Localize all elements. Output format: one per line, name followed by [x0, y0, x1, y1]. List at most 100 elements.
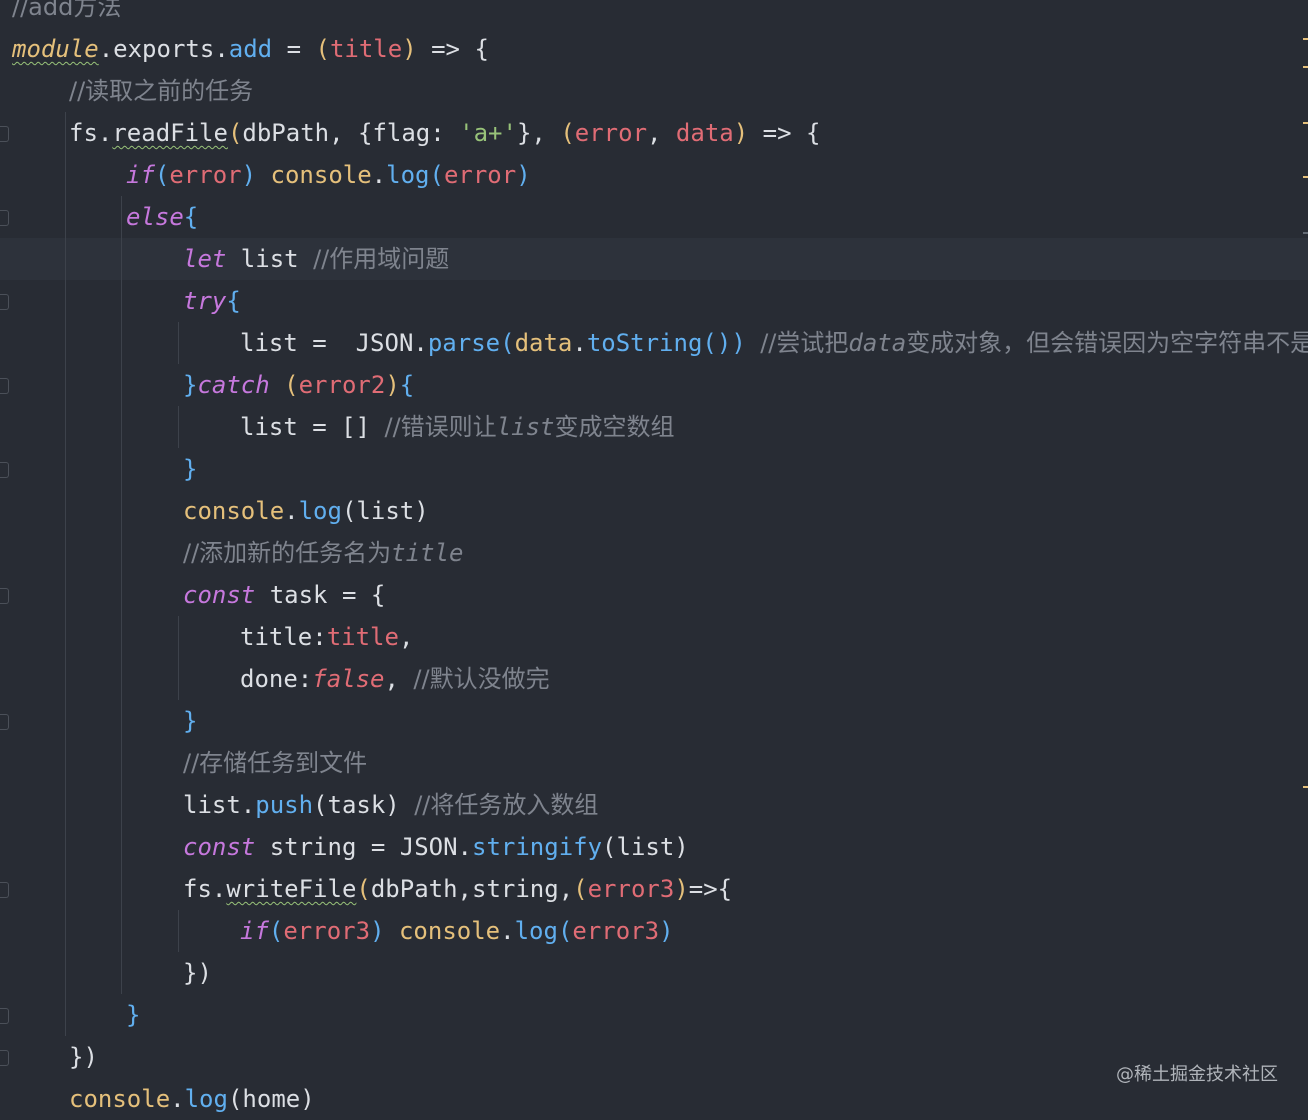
code-token: 变成空数组	[554, 413, 675, 441]
code-token: push	[255, 791, 314, 819]
fold-marker-icon[interactable]	[0, 462, 9, 478]
code-token: (	[313, 791, 328, 819]
code-line[interactable]: else{	[0, 196, 1308, 238]
code-line[interactable]: module.exports.add = (title) => {	[0, 28, 1308, 70]
fold-marker-icon[interactable]	[0, 126, 9, 142]
code-line[interactable]: }	[0, 448, 1308, 490]
code-token: (	[573, 875, 588, 903]
code-line[interactable]: list.push(task) //将任务放入数组	[0, 784, 1308, 826]
code-editor[interactable]: //add方法 module.exports.add = (title) => {…	[0, 0, 1308, 1116]
code-token: (	[341, 497, 357, 525]
code-line-content: //添加新的任务名为title	[0, 539, 463, 567]
code-line[interactable]: let list //作用域问题	[0, 238, 1308, 280]
code-line-content: }	[0, 455, 197, 483]
code-token: catch	[197, 371, 270, 399]
fold-marker-icon[interactable]	[0, 588, 9, 604]
code-token: log	[514, 917, 558, 945]
code-token: .	[211, 875, 227, 903]
code-line-content: else{	[0, 203, 198, 231]
code-line[interactable]: })	[0, 952, 1308, 994]
code-token: )	[385, 371, 400, 399]
code-token: error	[574, 119, 648, 147]
code-line[interactable]: console.log(home)	[0, 1078, 1308, 1120]
code-token: ,	[384, 665, 414, 693]
code-token: done:	[240, 665, 313, 693]
indent-guide	[178, 910, 179, 952]
code-line-content: }	[0, 707, 197, 735]
code-token: dbPath,string,	[370, 875, 574, 903]
code-token: .	[572, 329, 587, 357]
code-token: stringify	[472, 833, 603, 861]
code-token: )	[414, 497, 429, 525]
code-token: (	[557, 917, 573, 945]
fold-marker-icon[interactable]	[0, 210, 9, 226]
code-line[interactable]: list = [] //错误则让list变成空数组	[0, 406, 1308, 448]
code-line[interactable]: //add方法	[0, 0, 1308, 28]
code-line[interactable]: }catch (error2){	[0, 364, 1308, 406]
code-token: false	[312, 665, 385, 693]
code-line-content: //读取之前的任务	[0, 77, 253, 105]
fold-marker-icon[interactable]	[0, 294, 9, 310]
code-token: toString	[586, 329, 703, 357]
scrollbar-marker	[1303, 122, 1308, 124]
code-token: .	[500, 917, 515, 945]
code-line[interactable]: done:false, //默认没做完	[0, 658, 1308, 700]
code-token: console	[398, 917, 501, 945]
code-line[interactable]: }	[0, 994, 1308, 1036]
code-token: if	[240, 917, 269, 945]
code-line[interactable]: }	[0, 700, 1308, 742]
code-token: .	[284, 497, 299, 525]
code-line[interactable]: //存储任务到文件	[0, 742, 1308, 784]
code-line[interactable]: const string = JSON.stringify(list)	[0, 826, 1308, 868]
code-token: JSON	[341, 329, 414, 357]
fold-marker-icon[interactable]	[0, 378, 9, 394]
code-token: ,	[398, 623, 414, 651]
code-line-content: if(error3) console.log(error3)	[0, 917, 674, 945]
code-line[interactable]: list = JSON.parse(data.toString()) //尝试把…	[0, 322, 1308, 364]
code-line[interactable]: //添加新的任务名为title	[0, 532, 1308, 574]
code-token: error3	[587, 875, 675, 903]
code-token: console	[270, 161, 372, 189]
code-line[interactable]: if(error) console.log(error)	[0, 154, 1308, 196]
code-token: parse	[427, 329, 501, 357]
fold-marker-icon[interactable]	[0, 1050, 9, 1066]
code-token: list = []	[240, 413, 385, 441]
fold-marker-icon[interactable]	[0, 1008, 9, 1024]
fold-marker-icon[interactable]	[0, 882, 9, 898]
code-token: .	[413, 329, 428, 357]
code-line[interactable]: if(error3) console.log(error3)	[0, 910, 1308, 952]
code-line-content: const string = JSON.stringify(list)	[0, 833, 689, 861]
code-token: 'a+'	[459, 119, 517, 147]
code-line-content: //存储任务到文件	[0, 749, 367, 777]
code-token: //存储任务到文件	[183, 749, 368, 777]
code-token: title	[391, 539, 464, 567]
code-token: (	[284, 371, 299, 399]
code-line-content: }	[0, 1001, 140, 1029]
code-line-content: fs.readFile(dbPath, {flag: 'a+'}, (error…	[0, 119, 820, 147]
code-token: error2	[298, 371, 386, 399]
code-line[interactable]: try{	[0, 280, 1308, 322]
code-token: .	[97, 119, 113, 147]
code-token: (	[602, 833, 617, 861]
code-token: .	[240, 791, 256, 819]
code-line[interactable]: const task = {	[0, 574, 1308, 616]
code-token: //将任务放入数组	[414, 791, 599, 819]
code-token: log	[298, 497, 342, 525]
fold-marker-icon[interactable]	[0, 714, 9, 730]
scrollbar-marker	[1303, 38, 1308, 40]
code-token: )	[674, 875, 689, 903]
code-token: //默认没做完	[413, 665, 550, 693]
indent-guide	[178, 406, 179, 448]
code-line[interactable]: //读取之前的任务	[0, 70, 1308, 112]
code-token: fs	[69, 119, 98, 147]
code-token: ()	[702, 329, 732, 357]
code-line[interactable]: fs.writeFile(dbPath,string,(error3)=>{	[0, 868, 1308, 910]
code-line[interactable]: console.log(list)	[0, 490, 1308, 532]
code-token: add	[228, 35, 273, 63]
code-line[interactable]: fs.readFile(dbPath, {flag: 'a+'}, (error…	[0, 112, 1308, 154]
code-token: exports	[113, 35, 215, 63]
code-line[interactable]: })	[0, 1036, 1308, 1078]
code-line[interactable]: title:title,	[0, 616, 1308, 658]
code-line-content: module.exports.add = (title) => {	[0, 35, 489, 63]
indent-guide	[178, 616, 179, 700]
